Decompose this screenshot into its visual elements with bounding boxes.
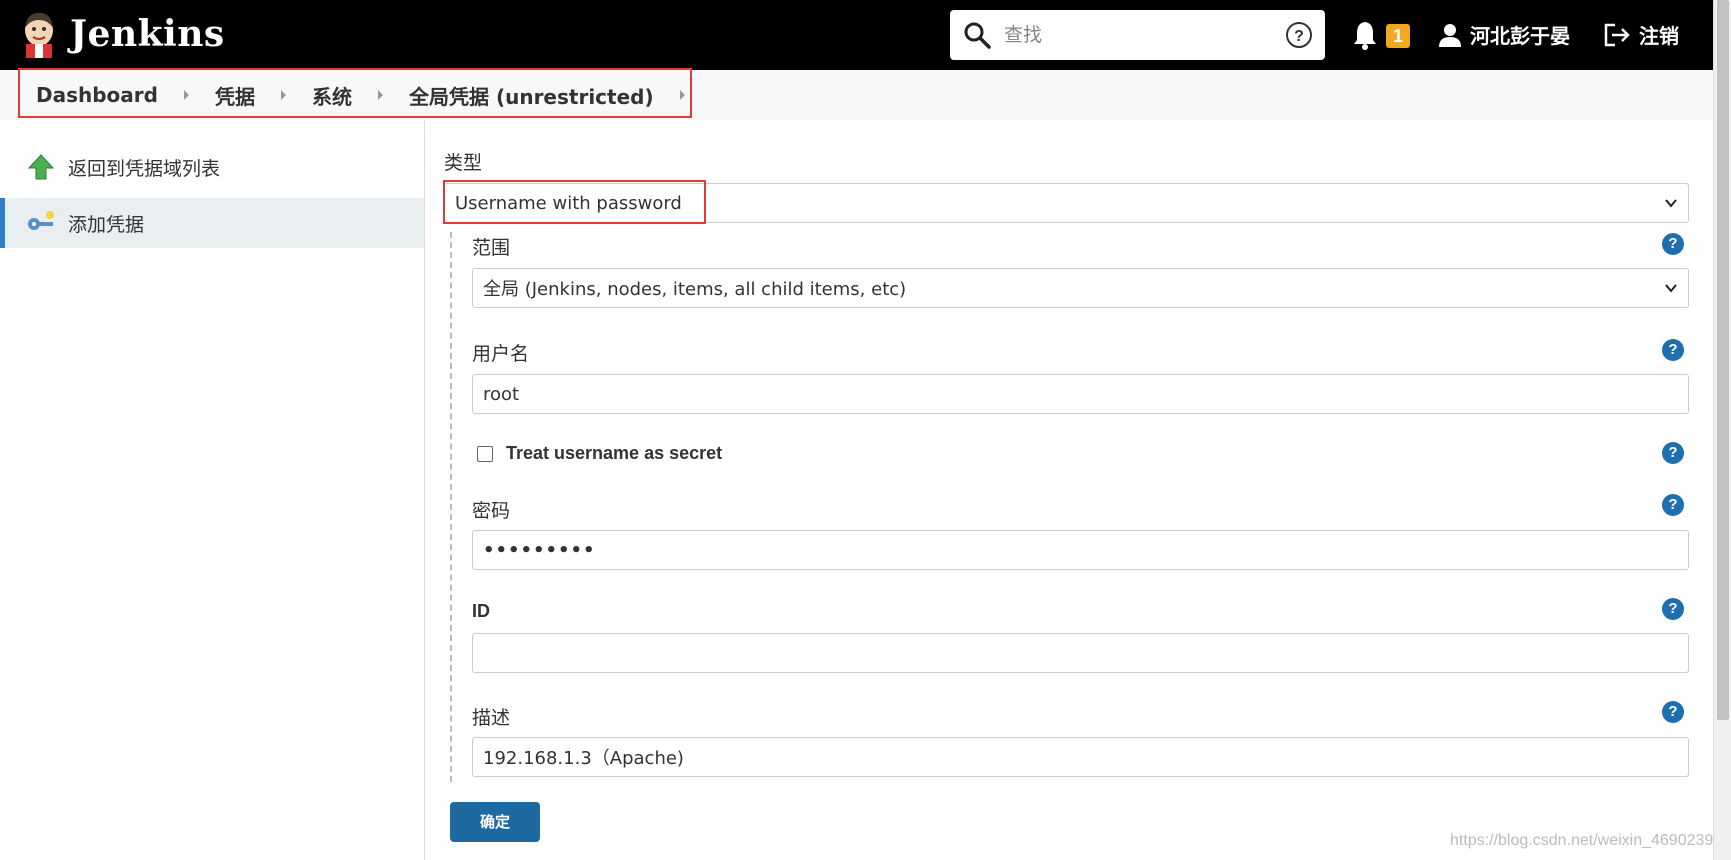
sidebar: 返回到凭据域列表 添加凭据: [0, 120, 425, 860]
submit-button[interactable]: 确定: [450, 802, 540, 842]
scope-select-value: 全局 (Jenkins, nodes, items, all child ite…: [483, 279, 907, 300]
form-section-divider: [450, 232, 452, 782]
description-label: 描述: [472, 707, 511, 729]
sidebar-item-back-to-domains[interactable]: 返回到凭据域列表: [0, 142, 424, 192]
scope-help-icon[interactable]: ?: [1662, 233, 1684, 255]
key-icon: [28, 211, 54, 230]
description-field[interactable]: 192.168.1.3（Apache): [472, 737, 1689, 777]
logout-label: 注销: [1639, 24, 1679, 48]
search-box[interactable]: ?: [950, 10, 1325, 60]
type-label: 类型: [444, 152, 483, 174]
username-label: 用户名: [472, 343, 530, 365]
up-arrow-icon: [27, 154, 55, 180]
user-icon: [1439, 23, 1461, 47]
logout-icon: [1604, 23, 1630, 46]
password-value: •••••••••: [483, 539, 596, 561]
description-help-icon[interactable]: ?: [1662, 701, 1684, 723]
type-highlight-box: [443, 180, 706, 224]
top-header: Jenkins ? 1 河北彭于晏 注销: [0, 0, 1713, 70]
treat-username-secret-label: Treat username as secret: [506, 443, 723, 463]
page-scrollbar[interactable]: [1713, 0, 1731, 860]
password-field[interactable]: •••••••••: [472, 530, 1689, 570]
username-help-icon[interactable]: ?: [1662, 339, 1684, 361]
breadcrumb-highlight-box: [18, 68, 692, 118]
notification-badge[interactable]: 1: [1386, 24, 1410, 48]
chevron-down-icon: [1665, 284, 1677, 293]
jenkins-home-link[interactable]: Jenkins: [18, 10, 225, 58]
chevron-down-icon: [1665, 199, 1677, 208]
scope-select[interactable]: 全局 (Jenkins, nodes, items, all child ite…: [472, 268, 1689, 308]
search-input[interactable]: [1004, 24, 1264, 46]
username-field[interactable]: root: [472, 374, 1689, 414]
sidebar-item-label: 添加凭据: [68, 213, 145, 236]
user-menu[interactable]: 河北彭于晏: [1438, 20, 1570, 49]
notification-bell-icon[interactable]: [1352, 20, 1378, 50]
password-label: 密码: [472, 500, 511, 522]
search-icon: [964, 22, 991, 49]
secret-help-icon[interactable]: ?: [1662, 442, 1684, 464]
search-help-icon[interactable]: ?: [1285, 21, 1313, 49]
jenkins-logo-text: Jenkins: [70, 13, 225, 55]
password-help-icon[interactable]: ?: [1662, 494, 1684, 516]
user-name: 河北彭于晏: [1470, 24, 1570, 48]
sidebar-item-label: 返回到凭据域列表: [68, 157, 221, 180]
id-help-icon[interactable]: ?: [1662, 598, 1684, 620]
treat-username-secret-checkbox[interactable]: [477, 446, 493, 462]
watermark-text: https://blog.csdn.net/weixin_46902396: [1450, 832, 1723, 849]
scope-label: 范围: [472, 237, 511, 259]
username-value: root: [483, 383, 520, 405]
id-label: ID: [472, 601, 490, 621]
svg-text:?: ?: [1294, 28, 1304, 45]
jenkins-logo-icon: [25, 12, 53, 58]
scrollbar-thumb[interactable]: [1717, 0, 1729, 720]
logout-link[interactable]: 注销: [1603, 20, 1679, 49]
id-field[interactable]: [472, 633, 1689, 673]
description-value: 192.168.1.3（Apache): [483, 748, 684, 769]
sidebar-item-add-credentials[interactable]: 添加凭据: [0, 198, 424, 248]
